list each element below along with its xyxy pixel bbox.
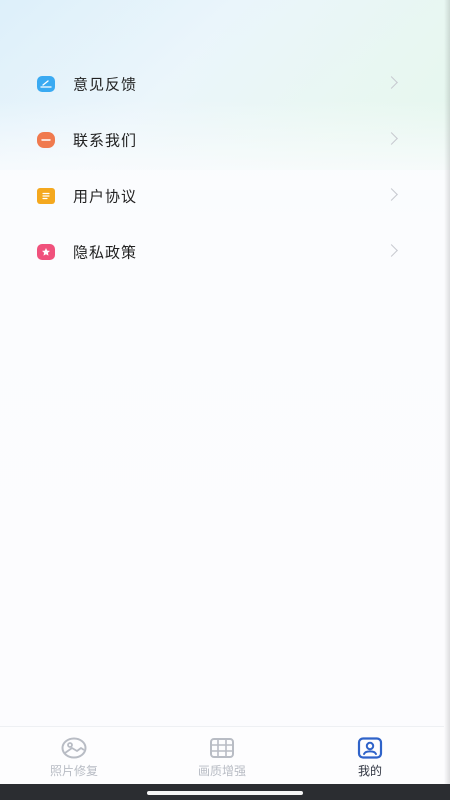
tab-label: 照片修复: [49, 764, 98, 778]
film-icon: [210, 738, 234, 758]
screen-edge-shadow: [444, 0, 450, 800]
profile-icon: [357, 737, 383, 759]
menu-item-feedback[interactable]: 意见反馈: [0, 56, 440, 112]
agreement-icon: [37, 188, 55, 204]
contact-icon: [37, 132, 55, 148]
mine-screen: 意见反馈 联系我们 用户协议 隐私政策 照片修复 画质增强 我的: [0, 0, 450, 800]
chevron-right-icon: [385, 244, 398, 257]
chevron-right-icon: [385, 76, 398, 89]
privacy-icon: [37, 244, 55, 260]
tab-photo-restore[interactable]: 照片修复: [0, 727, 148, 785]
menu-item-contact[interactable]: 联系我们: [0, 112, 440, 168]
tab-label: 我的: [357, 764, 382, 778]
contact-icon-glyph: [41, 139, 51, 141]
feedback-icon: [37, 76, 55, 92]
tab-quality-enhance[interactable]: 画质增强: [148, 727, 296, 785]
menu-item-label: 联系我们: [73, 131, 138, 150]
agreement-icon-glyph: [42, 192, 50, 200]
menu-item-user-agreement[interactable]: 用户协议: [0, 168, 440, 224]
settings-menu: 意见反馈 联系我们 用户协议 隐私政策: [0, 56, 440, 280]
feedback-icon-glyph: [40, 80, 52, 88]
chevron-right-icon: [385, 188, 398, 201]
chevron-right-icon: [385, 132, 398, 145]
menu-item-label: 意见反馈: [73, 75, 138, 94]
bottom-tab-bar: 照片修复 画质增强 我的: [0, 726, 444, 785]
menu-item-label: 隐私政策: [73, 243, 138, 262]
privacy-icon-glyph: [42, 248, 50, 256]
home-indicator[interactable]: [147, 791, 303, 795]
tab-label: 画质增强: [197, 764, 246, 778]
menu-item-privacy-policy[interactable]: 隐私政策: [0, 224, 440, 280]
tab-mine[interactable]: 我的: [296, 727, 444, 785]
photo-icon: [61, 737, 87, 759]
menu-item-label: 用户协议: [73, 187, 138, 206]
